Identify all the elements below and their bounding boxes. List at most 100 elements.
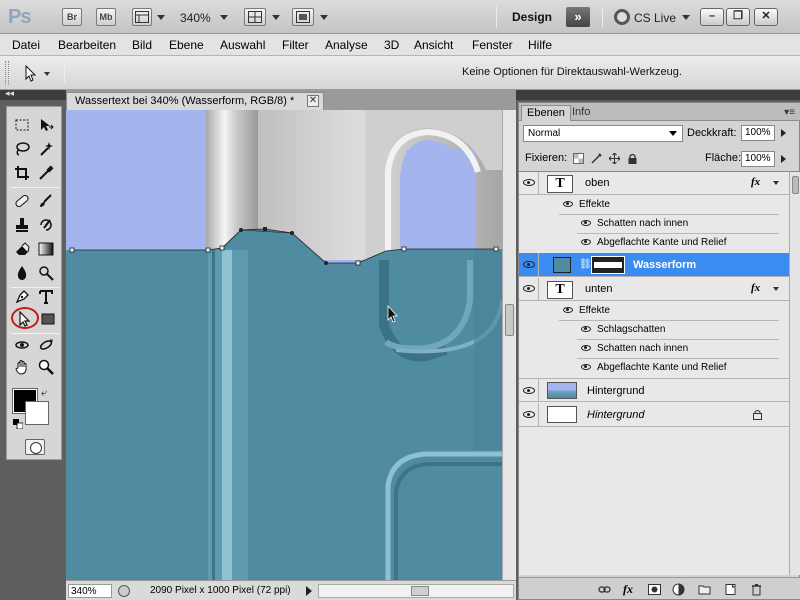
menu-auswahl[interactable]: Auswahl <box>220 38 265 52</box>
link-icon[interactable]: ⛓ <box>579 259 592 270</box>
eye-icon[interactable] <box>581 345 591 351</box>
brush-tool[interactable] <box>35 191 57 211</box>
effects-group[interactable]: Effekte <box>519 301 789 320</box>
screen-mode-button[interactable] <box>292 8 314 26</box>
eraser-tool[interactable] <box>11 239 33 259</box>
lock-transparent-icon[interactable] <box>573 153 584 164</box>
type-tool[interactable] <box>35 287 57 307</box>
delete-layer-button[interactable] <box>749 582 763 596</box>
view-extras-button[interactable] <box>132 8 152 26</box>
eye-icon[interactable] <box>581 220 591 226</box>
hand-tool[interactable] <box>11 357 33 377</box>
eye-icon[interactable] <box>581 326 591 332</box>
menu-ebene[interactable]: Ebene <box>169 38 204 52</box>
effect-item[interactable]: Schatten nach innen <box>519 339 789 358</box>
effects-group[interactable]: Effekte <box>519 195 789 214</box>
effect-item[interactable]: Abgeflachte Kante und Relief <box>519 358 789 377</box>
eye-icon[interactable] <box>563 201 573 207</box>
status-options-icon[interactable] <box>118 585 130 597</box>
healing-brush-tool[interactable] <box>11 191 33 211</box>
magic-wand-tool[interactable] <box>35 139 57 159</box>
arrange-documents-button[interactable] <box>244 8 266 26</box>
zoom-dropdown-icon[interactable] <box>220 15 228 20</box>
visibility-toggle[interactable] <box>519 403 539 426</box>
cs-live-icon[interactable] <box>614 9 630 25</box>
pen-tool[interactable] <box>11 287 33 307</box>
horizontal-scroll-thumb[interactable] <box>411 586 429 596</box>
workspace-label[interactable]: Design <box>512 10 552 24</box>
tab-info[interactable]: Info <box>567 105 595 121</box>
cs-live-label[interactable]: CS Live <box>634 11 676 25</box>
swap-colors-icon[interactable]: ⤶ <box>41 387 47 400</box>
layers-scrollbar[interactable] <box>789 171 800 575</box>
menu-analyse[interactable]: Analyse <box>325 38 368 52</box>
visibility-toggle[interactable] <box>519 253 539 276</box>
options-grip[interactable] <box>5 61 9 85</box>
default-colors-icon[interactable] <box>13 419 23 429</box>
restore-button[interactable]: ❐ <box>726 8 750 26</box>
close-document-button[interactable]: ✕ <box>307 95 319 107</box>
visibility-toggle[interactable] <box>519 172 539 194</box>
visibility-toggle[interactable] <box>519 278 539 300</box>
lasso-tool[interactable] <box>11 139 33 159</box>
document-canvas[interactable] <box>66 110 502 580</box>
shape-fill-thumbnail[interactable] <box>553 257 571 273</box>
menu-hilfe[interactable]: Hilfe <box>528 38 552 52</box>
quick-mask-button[interactable] <box>25 439 45 455</box>
rectangle-tool[interactable] <box>37 309 59 329</box>
expand-effects-icon[interactable] <box>773 287 779 291</box>
fill-input[interactable]: 100% <box>741 151 775 167</box>
vector-mask-thumbnail[interactable] <box>591 256 625 274</box>
effect-item[interactable]: Abgeflachte Kante und Relief <box>519 233 789 252</box>
fx-icon[interactable]: fx <box>751 282 760 294</box>
eye-icon[interactable] <box>563 307 573 313</box>
canvas-horizontal-scrollbar[interactable] <box>318 584 514 598</box>
mini-bridge-button[interactable]: Mb <box>96 8 116 26</box>
lock-all-icon[interactable] <box>627 153 638 164</box>
minimize-button[interactable]: – <box>700 8 724 26</box>
3d-rotate-tool[interactable] <box>11 335 33 355</box>
eye-icon[interactable] <box>581 364 591 370</box>
blend-mode-select[interactable]: Normal <box>523 125 683 142</box>
toolbox-header[interactable]: ◂◂ <box>0 88 66 100</box>
document-tab[interactable]: Wassertext bei 340% (Wasserform, RGB/8) … <box>66 92 324 110</box>
expand-effects-icon[interactable] <box>773 181 779 185</box>
layer-row-hintergrund-gradient[interactable]: Hintergrund <box>519 378 789 402</box>
add-layer-style-button[interactable]: fx <box>621 582 635 596</box>
lock-position-icon[interactable] <box>609 153 620 164</box>
gradient-tool[interactable] <box>35 239 57 259</box>
crop-tool[interactable] <box>11 163 33 183</box>
menu-fenster[interactable]: Fenster <box>472 38 513 52</box>
link-layers-button[interactable] <box>597 582 611 596</box>
menu-bild[interactable]: Bild <box>132 38 152 52</box>
menu-ansicht[interactable]: Ansicht <box>414 38 453 52</box>
layer-row-oben[interactable]: T oben fx <box>519 172 789 195</box>
history-brush-tool[interactable] <box>35 215 57 235</box>
effect-item[interactable]: Schatten nach innen <box>519 214 789 233</box>
menu-filter[interactable]: Filter <box>282 38 309 52</box>
tool-preset-picker[interactable] <box>18 63 54 83</box>
move-tool[interactable] <box>35 115 57 135</box>
bridge-button[interactable]: Br <box>62 8 82 26</box>
dodge-tool[interactable] <box>35 263 57 283</box>
tab-ebenen[interactable]: Ebenen <box>521 105 571 121</box>
background-color-swatch[interactable] <box>25 401 49 425</box>
zoom-tool[interactable] <box>35 357 57 377</box>
panel-dock-header[interactable] <box>516 90 800 100</box>
opacity-slider-arrow-icon[interactable] <box>781 129 786 137</box>
visibility-toggle[interactable] <box>519 379 539 401</box>
lock-image-icon[interactable] <box>591 153 602 164</box>
layer-row-wasserform[interactable]: ⛓ Wasserform <box>519 253 789 277</box>
close-window-button[interactable]: ✕ <box>754 8 778 26</box>
effect-item[interactable]: Schlagschatten <box>519 320 789 339</box>
layers-scroll-thumb[interactable] <box>792 176 799 194</box>
status-zoom-field[interactable]: 340% <box>68 584 112 598</box>
fx-icon[interactable]: fx <box>751 176 760 188</box>
view-extras-dropdown-icon[interactable] <box>157 15 165 20</box>
status-menu-arrow-icon[interactable] <box>306 586 312 596</box>
adjustment-layer-button[interactable] <box>671 582 685 596</box>
opacity-input[interactable]: 100% <box>741 125 775 141</box>
workspace-switcher-button[interactable]: » <box>566 7 590 27</box>
arrange-dropdown-icon[interactable] <box>272 15 280 20</box>
3d-orbit-tool[interactable] <box>35 335 57 355</box>
